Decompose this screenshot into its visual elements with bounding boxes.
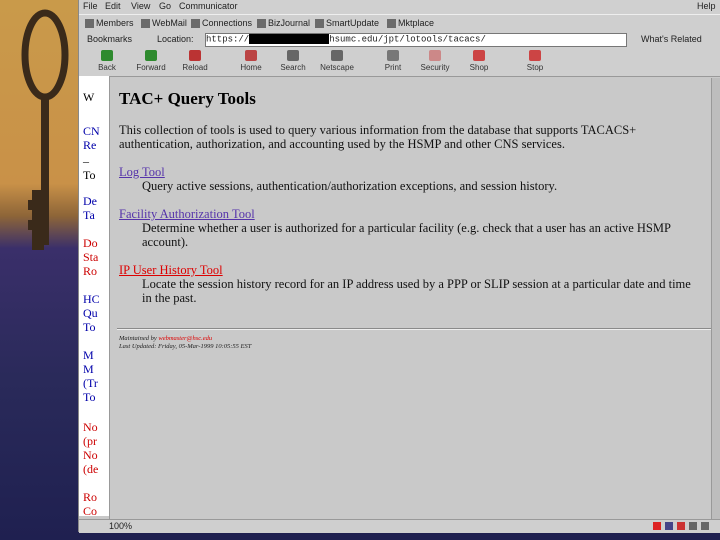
search-icon <box>287 50 299 61</box>
menu-go[interactable]: Go <box>159 1 171 11</box>
background-page-fragment: To <box>83 320 96 334</box>
whats-related-button[interactable]: What's Related <box>641 34 702 44</box>
background-page-fragment: No <box>83 448 98 462</box>
location-bar: Bookmarks Location: https://hsumc.edu/jp… <box>79 31 720 48</box>
menu-help[interactable]: Help <box>697 1 716 11</box>
query-tools-page: TAC+ Query Tools This collection of tool… <box>109 76 720 523</box>
background-page-fragment: CN <box>83 124 100 138</box>
background-page-fragment: (de <box>83 462 99 476</box>
background-page-fragment: Qu <box>83 306 98 320</box>
background-page-fragment: To <box>83 168 96 182</box>
background-page-fragment: M <box>83 362 94 376</box>
antique-key-image <box>21 9 69 250</box>
page-title: TAC+ Query Tools <box>119 89 256 108</box>
menu-file[interactable]: File <box>83 1 98 11</box>
bookmark-icon <box>191 18 200 28</box>
security-icon <box>429 50 441 61</box>
netscape-button[interactable]: Netscape <box>315 50 359 74</box>
redacted-hostname <box>249 34 330 44</box>
background-page-fragment: Co <box>83 504 98 516</box>
bookmarks-button[interactable]: Bookmarks <box>87 34 132 44</box>
personal-toolbar: Members WebMail Connections BizJournal S… <box>79 14 720 31</box>
facility-authorization-tool-link[interactable]: Facility Authorization Tool <box>119 207 255 222</box>
stop-icon <box>529 50 541 61</box>
background-page-fragment: De <box>83 194 97 208</box>
background-page-fragment: (pr <box>83 434 97 448</box>
footer-last-updated: Last Updated: Friday, 05-Mar-1999 10:05:… <box>119 343 252 350</box>
background-page-fragment: Re <box>83 138 97 152</box>
menu-view[interactable]: View <box>131 1 150 11</box>
pt-mktplace[interactable]: Mktplace <box>387 17 434 29</box>
home-button[interactable]: Home <box>229 50 273 74</box>
bookmark-icon <box>315 18 324 28</box>
mail-icon <box>677 522 685 530</box>
bookmark-icon <box>141 18 150 28</box>
maintainer-email-link[interactable]: webmaster@hsc.edu <box>158 335 212 342</box>
reload-icon <box>189 50 201 61</box>
menu-edit[interactable]: Edit <box>105 1 121 11</box>
pt-members[interactable]: Members <box>85 17 134 29</box>
pt-webmail[interactable]: WebMail <box>141 17 187 29</box>
bookmark-icon <box>257 18 266 28</box>
background-page-fragment: – <box>83 154 89 168</box>
shop-icon <box>473 50 485 61</box>
forward-button[interactable]: Forward <box>129 50 173 74</box>
stop-button[interactable]: Stop <box>513 50 557 74</box>
search-button[interactable]: Search <box>271 50 315 74</box>
ip-user-history-tool-link[interactable]: IP User History Tool <box>119 263 223 278</box>
log-tool-link[interactable]: Log Tool <box>119 165 165 180</box>
url-field[interactable]: https://hsumc.edu/jpt/lotools/tacacs/ <box>205 33 627 47</box>
status-bar: 100% <box>79 519 720 533</box>
pt-smartupdate[interactable]: SmartUpdate <box>315 17 379 29</box>
log-tool-description: Query active sessions, authentication/au… <box>142 179 558 193</box>
netscape-icon <box>331 50 343 61</box>
menu-bar: File Edit View Go Communicator Help <box>79 0 720 14</box>
security-lock-icon <box>653 522 661 530</box>
network-icon <box>665 522 673 530</box>
ip-user-history-tool-description: Locate the session history record for an… <box>142 277 691 305</box>
background-page-fragment: Sta <box>83 250 99 264</box>
pt-bizjournal[interactable]: BizJournal <box>257 17 310 29</box>
background-page-fragment: (Tr <box>83 376 98 390</box>
forward-icon <box>145 50 157 61</box>
browser-window: File Edit View Go Communicator Help Memb… <box>78 0 720 533</box>
footer-maintainer: Maintained by webmaster@hsc.edu <box>119 335 213 342</box>
menu-communicator[interactable]: Communicator <box>179 1 238 11</box>
shop-button[interactable]: Shop <box>457 50 501 74</box>
status-text: 100% <box>109 521 133 531</box>
print-icon <box>387 50 399 61</box>
home-icon <box>245 50 257 61</box>
vertical-scrollbar[interactable] <box>711 78 720 522</box>
background-page-fragment: Do <box>83 236 98 250</box>
location-label: Location: <box>157 34 194 44</box>
pt-connections[interactable]: Connections <box>191 17 252 29</box>
background-page-fragment: No <box>83 420 98 434</box>
background-page-fragment: W <box>83 90 95 104</box>
page-intro: This collection of tools is used to quer… <box>119 123 637 151</box>
background-page-fragment: Ro <box>83 264 98 278</box>
back-icon <box>101 50 113 61</box>
discussion-icon <box>701 522 709 530</box>
composer-icon <box>689 522 697 530</box>
facility-authorization-tool-description: Determine whether a user is authorized f… <box>142 221 671 249</box>
divider <box>117 328 713 330</box>
bookmark-icon <box>85 18 94 28</box>
security-button[interactable]: Security <box>413 50 457 74</box>
background-page-fragment: Ro <box>83 490 98 504</box>
navigation-toolbar: Back Forward Reload Home Search Netscape… <box>79 48 720 76</box>
background-page-fragment: Ta <box>83 208 95 222</box>
print-button[interactable]: Print <box>371 50 415 74</box>
reload-button[interactable]: Reload <box>173 50 217 74</box>
bookmark-icon <box>387 18 396 28</box>
back-button[interactable]: Back <box>85 50 129 74</box>
background-page-fragment: To <box>83 390 96 404</box>
background-page-fragment: HC <box>83 292 100 306</box>
background-page-fragment: M <box>83 348 94 362</box>
